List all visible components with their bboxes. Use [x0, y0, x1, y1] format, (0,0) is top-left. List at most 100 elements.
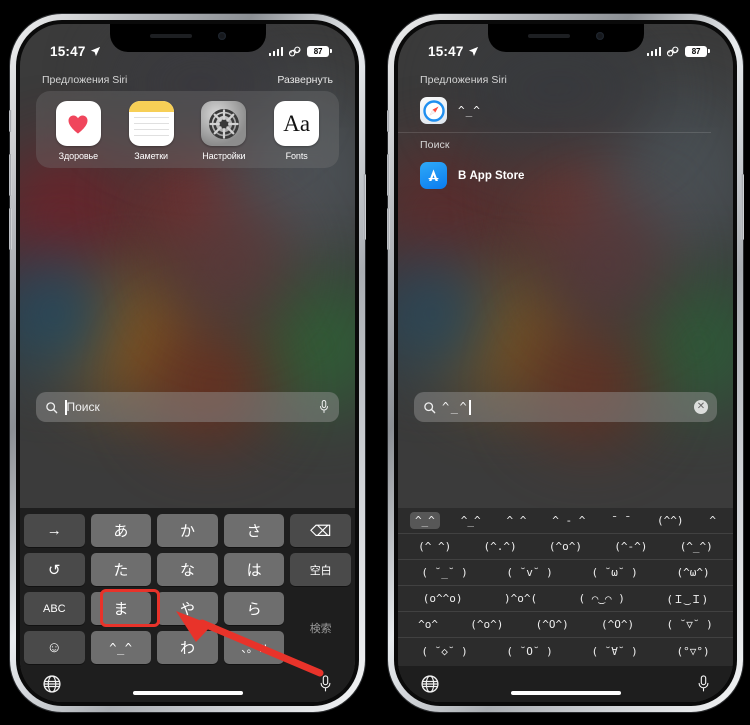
siri-suggestions-header: Предложения Siri Развернуть	[20, 68, 355, 91]
kaomoji-row: (o^^o) )^o^( ( ⌒‿⌒ ) (Ｉ‿Ｉ)	[398, 586, 733, 612]
key-undo[interactable]: ↺	[24, 553, 85, 586]
expand-button[interactable]: Развернуть	[277, 74, 333, 86]
volume-down-button[interactable]	[9, 208, 12, 250]
microphone-icon[interactable]	[318, 674, 333, 694]
key-a[interactable]: あ	[90, 514, 152, 547]
microphone-icon[interactable]	[318, 399, 330, 415]
kaomoji-row: ^o^ (^o^) (^O^) (^O^) ( ˘▽˘ )	[398, 612, 733, 638]
key-sa[interactable]: さ	[223, 514, 285, 547]
kaomoji-item[interactable]: ( ˘ω˘ )	[586, 564, 642, 581]
clear-circle-icon[interactable]: ✕	[694, 400, 708, 414]
kaomoji-item[interactable]: (^ ^)	[413, 538, 456, 555]
kaomoji-item[interactable]: (^o^)	[465, 616, 508, 633]
kaomoji-item[interactable]: (^O^)	[531, 616, 574, 633]
mute-switch[interactable]	[387, 110, 390, 132]
key-wa[interactable]: わ	[157, 631, 218, 664]
key-search[interactable]: 検索	[290, 592, 351, 664]
search-icon	[46, 401, 58, 413]
volume-up-button[interactable]	[387, 154, 390, 196]
app-suggestion-notes[interactable]: Заметки	[120, 101, 182, 161]
app-suggestion-settings[interactable]: Настройки	[193, 101, 255, 161]
kaomoji-item[interactable]: ^	[704, 512, 721, 529]
power-button[interactable]	[363, 174, 366, 240]
app-store-icon	[420, 162, 447, 189]
result-text: В App Store	[458, 169, 525, 182]
kaomoji-row: (^ ^) (^.^) (^o^) (^-^) (^_^)	[398, 534, 733, 560]
kaomoji-item[interactable]: ¯ ¯	[606, 512, 636, 529]
safari-icon	[420, 97, 447, 124]
key-arrow-right[interactable]: →	[24, 514, 85, 547]
kaomoji-item[interactable]: ( ˘v˘ )	[501, 564, 557, 581]
kaomoji-row: ( ˘◇˘ ) ( ˘O˘ ) ( ˘∀˘ ) (°▽°)	[398, 638, 733, 664]
location-arrow-icon	[468, 46, 478, 56]
result-text: ^_^	[458, 104, 481, 117]
search-input[interactable]: Поиск	[36, 392, 339, 422]
kaomoji-item[interactable]: ^_^	[456, 512, 486, 529]
kaomoji-item[interactable]: (^.^)	[479, 538, 522, 555]
kaomoji-item[interactable]: (^ω^)	[671, 564, 714, 581]
key-punctuation[interactable]: 、。?!	[223, 631, 285, 664]
volume-up-button[interactable]	[9, 154, 12, 196]
kaomoji-item[interactable]: (Ｉ‿Ｉ)	[661, 589, 713, 609]
key-ta[interactable]: た	[90, 553, 152, 586]
kaomoji-item[interactable]: ^_^	[409, 512, 440, 529]
kaomoji-item[interactable]: (^_^)	[675, 538, 718, 555]
kaomoji-item[interactable]: ^ - ^	[547, 512, 590, 529]
key-space[interactable]: 空白	[290, 553, 351, 586]
power-button[interactable]	[741, 174, 744, 240]
key-emoji[interactable]: ☺	[24, 631, 85, 664]
key-ra[interactable]: ら	[223, 592, 285, 625]
key-abc[interactable]: ABC	[24, 592, 85, 625]
kaomoji-item[interactable]: ( ˘◇˘ )	[416, 643, 472, 660]
search-input[interactable]: ^_^ ✕	[414, 392, 717, 422]
phone-left: 15:47 87 Предложения Siri Развернуть Здо…	[9, 14, 366, 712]
home-indicator[interactable]	[132, 691, 243, 695]
mute-switch[interactable]	[9, 110, 12, 132]
kaomoji-item[interactable]: (^o^)	[544, 538, 587, 555]
keyboard-bottom-bar	[20, 666, 355, 702]
kaomoji-item[interactable]: ^ ^	[501, 512, 531, 529]
kaomoji-item[interactable]: (^^)	[652, 512, 689, 529]
front-camera	[217, 32, 226, 40]
globe-icon[interactable]	[42, 674, 62, 694]
phone-left-screen: 15:47 87 Предложения Siri Развернуть Здо…	[20, 24, 355, 702]
key-ha[interactable]: は	[223, 553, 285, 586]
status-time: 15:47	[428, 43, 464, 59]
kaomoji-row: ( ˘_˘ ) ( ˘v˘ ) ( ˘ω˘ ) (^ω^)	[398, 560, 733, 586]
kaomoji-item[interactable]: ( ˘∀˘ )	[586, 643, 642, 660]
result-row-appstore[interactable]: В App Store	[398, 156, 733, 196]
key-na[interactable]: な	[157, 553, 218, 586]
key-backspace[interactable]: ⌫	[290, 514, 351, 547]
search-section-label: Поиск	[420, 139, 450, 151]
notes-icon	[128, 101, 174, 146]
home-indicator[interactable]	[510, 691, 621, 695]
notch	[109, 24, 266, 52]
key-ma[interactable]: ま	[90, 592, 152, 625]
kaomoji-item[interactable]: )^o^(	[499, 590, 542, 607]
volume-down-button[interactable]	[387, 208, 390, 250]
key-ka[interactable]: か	[157, 514, 218, 547]
kaomoji-item[interactable]: ( ˘_˘ )	[416, 564, 472, 581]
screenshot-stage: 15:47 87 Предложения Siri Развернуть Здо…	[0, 0, 750, 725]
key-ya[interactable]: や	[157, 592, 218, 625]
microphone-icon[interactable]	[696, 674, 711, 694]
app-suggestion-fonts[interactable]: Aa Fonts	[266, 101, 328, 161]
keyboard-right: ^_^ ^_^ ^ ^ ^ - ^ ¯ ¯ (^^) ^ (^ ^) (^.^)…	[398, 508, 733, 702]
search-placeholder: Поиск	[65, 399, 100, 415]
globe-icon[interactable]	[420, 674, 440, 694]
kaomoji-item[interactable]: ( ⌒‿⌒ )	[574, 590, 630, 607]
kaomoji-item[interactable]: (o^^o)	[418, 590, 468, 607]
fonts-glyph: Aa	[283, 110, 311, 136]
kaomoji-item[interactable]: ( ˘O˘ )	[501, 643, 557, 660]
front-camera	[595, 32, 604, 40]
kaomoji-item[interactable]: ( ˘▽˘ )	[661, 616, 717, 633]
result-row-safari[interactable]: ^_^	[398, 91, 733, 131]
app-suggestion-health[interactable]: Здоровье	[47, 101, 109, 161]
health-heart-icon	[55, 101, 101, 146]
key-kaomoji[interactable]: ^_^	[90, 631, 152, 664]
kaomoji-item[interactable]: (^O^)	[596, 616, 639, 633]
kaomoji-item[interactable]: ^o^	[413, 616, 443, 633]
earpiece-speaker	[527, 33, 570, 39]
kaomoji-item[interactable]: (^-^)	[609, 538, 652, 555]
kaomoji-item[interactable]: (°▽°)	[671, 643, 714, 660]
